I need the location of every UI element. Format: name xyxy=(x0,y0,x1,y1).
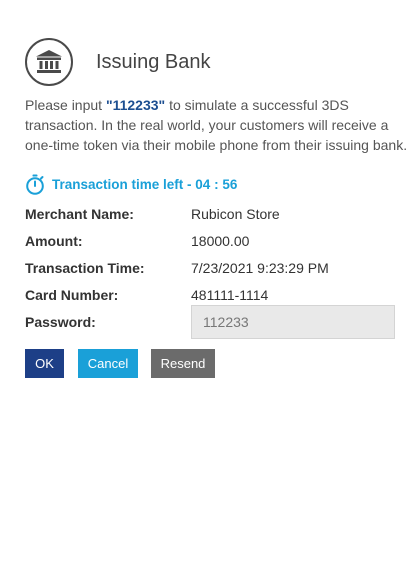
amount-value: 18000.00 xyxy=(191,233,250,249)
instructions-prefix: Please input xyxy=(25,97,106,113)
password-label: Password: xyxy=(25,314,96,330)
ok-button[interactable]: OK xyxy=(25,349,64,378)
header: Issuing Bank xyxy=(25,38,211,86)
transaction-time-row: Transaction Time: 7/23/2021 9:23:29 PM xyxy=(25,260,329,276)
merchant-value: Rubicon Store xyxy=(191,206,280,222)
amount-label: Amount: xyxy=(25,233,83,249)
timer-seconds: 56 xyxy=(222,177,238,192)
timer-separator: : xyxy=(210,177,223,192)
timer-minutes: 04 xyxy=(195,177,211,192)
amount-row: Amount: 18000.00 xyxy=(25,233,249,249)
merchant-row: Merchant Name: Rubicon Store xyxy=(25,206,280,222)
cancel-button[interactable]: Cancel xyxy=(78,349,138,378)
card-number-label: Card Number: xyxy=(25,287,119,303)
stopwatch-icon xyxy=(26,174,44,195)
bank-building-icon xyxy=(25,38,73,86)
password-input[interactable] xyxy=(191,305,395,339)
transaction-time-label: Transaction Time: xyxy=(25,260,145,276)
merchant-label: Merchant Name: xyxy=(25,206,134,222)
resend-button[interactable]: Resend xyxy=(151,349,215,378)
otp-code: "112233" xyxy=(105,97,166,113)
transaction-time-value: 7/23/2021 9:23:29 PM xyxy=(191,260,329,276)
instructions-text: Please input "112233" to simulate a succ… xyxy=(25,95,420,155)
timer-label: Transaction time left - xyxy=(52,177,192,192)
password-row: Password: xyxy=(25,305,395,339)
transaction-timer: Transaction time left - 04 : 56 xyxy=(25,174,237,195)
card-number-row: Card Number: 481111-1114 xyxy=(25,287,268,303)
page-title: Issuing Bank xyxy=(96,50,211,73)
card-number-value: 481111-1114 xyxy=(191,287,269,303)
